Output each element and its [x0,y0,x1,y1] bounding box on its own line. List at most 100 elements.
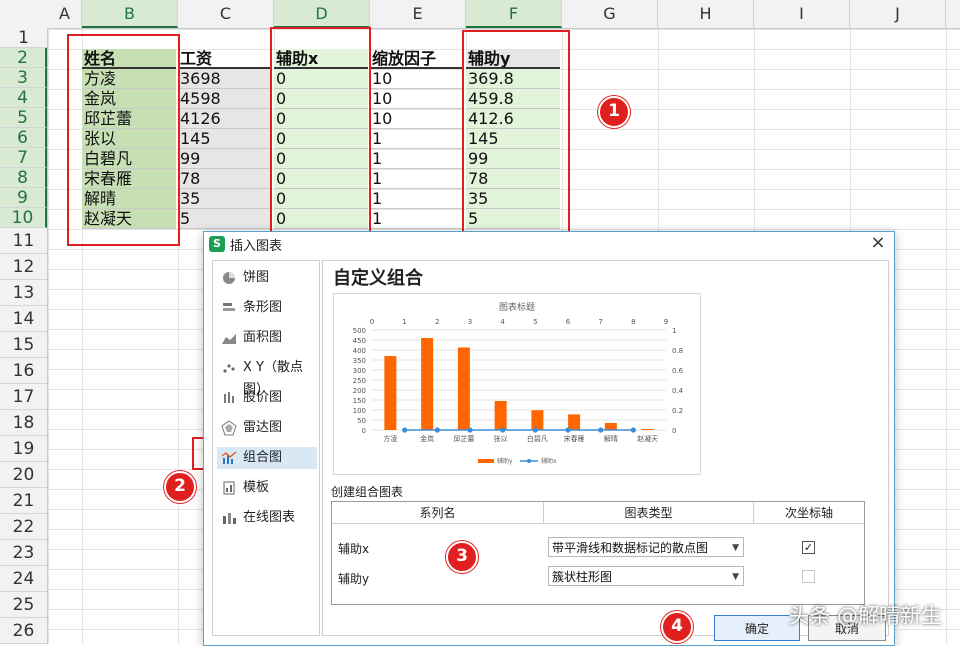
row-header-1[interactable]: 1 [0,28,47,48]
row-header-24[interactable]: 24 [0,566,47,592]
row-header-8[interactable]: 8 [0,168,47,188]
cell-scale-factor[interactable]: 10 [370,109,464,129]
secondary-axis-checkbox-helper-y[interactable] [802,570,815,583]
nav-item-area-chart[interactable]: 面积图 [217,327,317,349]
column-header-d[interactable]: D [274,0,370,28]
series-name-helper-x: 辅助x [338,542,370,556]
x2-tick-label: 8 [631,318,635,326]
chart-type-select-helper-x[interactable]: 带平滑线和数据标记的散点图 ▼ [548,537,744,557]
scatter-point [532,427,538,433]
header-cell-scale-factor[interactable]: 缩放因子 [370,49,464,69]
nav-item-online-chart[interactable]: 在线图表 [217,507,317,529]
nav-item-radar-chart[interactable]: 雷达图 [217,417,317,439]
cell-salary[interactable]: 5 [178,209,272,229]
col-header-chart-type: 图表类型 [544,502,754,524]
row-header-7[interactable]: 7 [0,148,47,168]
row-header-17[interactable]: 17 [0,384,47,410]
highlight-box-helper-y [462,30,570,242]
row-header-16[interactable]: 16 [0,358,47,384]
cell-scale-factor[interactable]: 10 [370,69,464,89]
header-cell-salary[interactable]: 工资 [178,49,272,69]
close-icon[interactable]: × [868,233,888,253]
cell-scale-factor[interactable]: 1 [370,209,464,229]
secondary-axis-checkbox-helper-x[interactable]: ✓ [802,541,815,554]
template-icon [221,480,237,496]
row-header-3[interactable]: 3 [0,68,47,88]
cell-scale-factor[interactable]: 1 [370,189,464,209]
row-header-2[interactable]: 2 [0,48,47,68]
column-header-e[interactable]: E [370,0,466,28]
nav-item-stock-chart[interactable]: 股价图 [217,387,317,409]
nav-item-template[interactable]: 模板 [217,477,317,499]
chart-type-value: 簇状柱形图 [552,570,613,584]
row-header-15[interactable]: 15 [0,332,47,358]
column-header-g[interactable]: G [562,0,658,28]
row-header-20[interactable]: 20 [0,462,47,488]
cell-salary[interactable]: 4598 [178,89,272,109]
row-header-9[interactable]: 9 [0,188,47,208]
pie-chart-icon [221,270,237,286]
cell-salary[interactable]: 35 [178,189,272,209]
nav-item-scatter-chart[interactable]: X Y（散点图） [217,357,317,397]
column-header-h[interactable]: H [658,0,754,28]
dialog-title-bar[interactable]: S 插入图表 × [204,232,894,256]
column-header-j[interactable]: J [850,0,946,28]
row-header-5[interactable]: 5 [0,108,47,128]
row-header-bar: 1 2 3 4 5 6 7 8 9 10 11 12 13 14 15 16 17 18 19 20 21 22 23 24 2… [0,28,48,644]
cell-scale-factor[interactable]: 10 [370,89,464,109]
row-header-19[interactable]: 19 [0,436,47,462]
cell-salary[interactable]: 3698 [178,69,272,89]
column-header-a[interactable]: A [48,0,82,28]
x-tick-label: 张以 [494,434,508,443]
row-header-10[interactable]: 10 [0,208,47,228]
x2-tick-label: 1 [402,318,406,326]
column-header-i[interactable]: I [754,0,850,28]
legend-label: 辅助y [497,457,513,465]
row-header-25[interactable]: 25 [0,592,47,618]
wps-logo-icon: S [209,236,225,252]
row-header-4[interactable]: 4 [0,88,47,108]
row-header-14[interactable]: 14 [0,306,47,332]
bar [384,356,397,430]
cell-salary[interactable]: 145 [178,129,272,149]
chart-preview: 图表标题 0 50 100 150 200 250 300 350 400 450 500 0 0.2 0.… [333,293,701,475]
nav-item-pie-chart[interactable]: 饼图 [217,267,317,289]
row-header-21[interactable]: 21 [0,488,47,514]
row-header-18[interactable]: 18 [0,410,47,436]
row-header-26[interactable]: 26 [0,618,47,644]
column-header-f[interactable]: F [466,0,562,28]
scatter-point [402,427,408,433]
y-tick-label: 150 [353,397,366,405]
column-header-c[interactable]: C [178,0,274,28]
x-tick-label: 白碧凡 [527,434,548,443]
cell-salary[interactable]: 99 [178,149,272,169]
row-header-12[interactable]: 12 [0,254,47,280]
x-tick-label: 解晴 [604,434,618,443]
chart-type-select-helper-y[interactable]: 簇状柱形图 ▼ [548,566,744,586]
cell-salary[interactable]: 78 [178,169,272,189]
cell-scale-factor[interactable]: 1 [370,169,464,189]
dropdown-arrow-icon: ▼ [732,572,739,582]
row-header-22[interactable]: 22 [0,514,47,540]
y2-tick-label: 0 [672,427,676,435]
y-tick-label: 350 [353,357,366,365]
row-header-6[interactable]: 6 [0,128,47,148]
highlight-box-helper-x [270,27,371,241]
nav-item-bar-chart[interactable]: 条形图 [217,297,317,319]
x2-tick-label: 5 [533,318,537,326]
x-tick-label: 方凌 [383,434,397,443]
series-name-helper-y: 辅助y [338,572,370,586]
column-header-b[interactable]: B [82,0,178,28]
cell-scale-factor[interactable]: 1 [370,149,464,169]
nav-item-label: 饼图 [243,270,270,285]
row-header-11[interactable]: 11 [0,228,47,254]
column-header-bar: ABCDEFGHIJ [0,0,960,29]
row-header-13[interactable]: 13 [0,280,47,306]
nav-item-combo-chart[interactable]: 组合图 [217,447,317,469]
x2-tick-label: 4 [500,318,505,326]
row-header-23[interactable]: 23 [0,540,47,566]
cell-scale-factor[interactable]: 1 [370,129,464,149]
legend-label: 辅助x [541,457,557,465]
chart-title: 图表标题 [499,301,535,313]
cell-salary[interactable]: 4126 [178,109,272,129]
